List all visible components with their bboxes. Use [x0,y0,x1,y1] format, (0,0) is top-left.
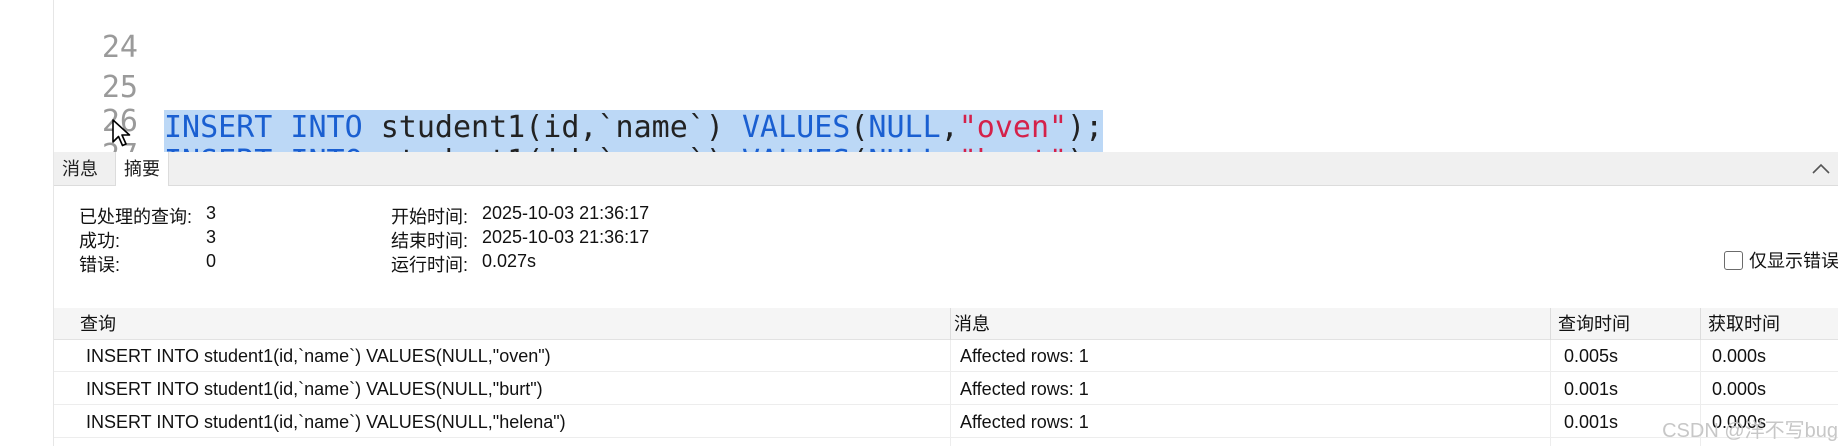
start-time-value: 2025-10-03 21:36:17 [482,203,650,223]
summary-section: 已处理的查询: 3 成功: 3 错误: 0 开始时间: 2025-10-03 2… [54,186,1838,310]
column-header-query-time[interactable]: 查询时间 [1550,308,1630,340]
tab-summary[interactable]: 摘要 [115,152,169,187]
editor-line-27[interactable]: 27 INSERT INTO student1(id,`name`) VALUE… [54,96,1838,152]
table-row[interactable]: INSERT INTO student1(id,`name`) VALUES(N… [54,406,1838,438]
column-header-query[interactable]: 查询 [54,308,116,340]
result-tab-bar: 消息 摘要 [54,152,1838,187]
end-time-label: 结束时间: [391,231,469,251]
window-left-strip [0,0,54,446]
processed-queries-label: 已处理的查询: [79,207,193,227]
run-time-value: 0.027s [482,251,537,271]
cell-message: Affected rows: 1 [960,379,1089,399]
cell-query-time: 0.001s [1564,379,1619,399]
success-value: 3 [206,227,217,247]
sql-string: "burt" [959,144,1067,152]
table-header: 查询 消息 查询时间 获取时间 [54,308,1838,340]
sql-keyword: NULL [868,144,940,152]
error-label: 错误: [79,255,121,275]
errors-only-label: 仅显示错误 [1749,251,1838,271]
column-header-fetch-time[interactable]: 获取时间 [1700,308,1780,340]
column-header-message[interactable]: 消息 [950,308,990,340]
sql-text: ); [1067,144,1103,152]
code-selection: INSERT INTO student1(id,`name`) VALUES(N… [164,144,1104,152]
sql-editor[interactable]: 24 25 INSERT INTO student1(id,`name`) VA… [54,0,1838,152]
chevron-up-icon[interactable] [1810,159,1832,179]
run-time-label: 运行时间: [391,255,469,275]
mouse-pointer-icon [112,119,131,147]
sql-text: student1(id,`name`) [363,144,742,152]
sql-text: ( [850,144,868,152]
success-label: 成功: [79,231,121,251]
cell-query: INSERT INTO student1(id,`name`) VALUES(N… [86,346,551,366]
start-time-label: 开始时间: [391,207,469,227]
errors-only-checkbox[interactable]: 仅显示错误 [1724,249,1838,271]
end-time-value: 2025-10-03 21:36:17 [482,227,650,247]
csdn-watermark: CSDN @洋不写bug [1662,420,1838,442]
cell-query: INSERT INTO student1(id,`name`) VALUES(N… [86,412,566,432]
cell-fetch-time: 0.000s [1712,346,1767,366]
table-row[interactable]: INSERT INTO student1(id,`name`) VALUES(N… [54,373,1838,405]
tab-messages[interactable]: 消息 [54,152,106,186]
sql-keyword: VALUES [742,144,850,152]
table-row[interactable]: INSERT INTO student1(id,`name`) VALUES(N… [54,340,1838,372]
processed-queries-value: 3 [206,203,217,223]
cell-message: Affected rows: 1 [960,346,1089,366]
error-value: 0 [206,251,217,271]
checkbox-box[interactable] [1724,250,1743,270]
cell-message: Affected rows: 1 [960,412,1089,432]
cell-query-time: 0.005s [1564,346,1619,366]
sql-text: , [941,144,959,152]
sql-keyword: INSERT INTO [164,144,363,152]
cell-fetch-time: 0.000s [1712,379,1767,399]
code-line[interactable]: INSERT INTO student1(id,`name`) VALUES(N… [164,142,1104,152]
editor-line-24: 24 [54,0,1838,65]
query-results-table: 查询 消息 查询时间 获取时间 INSERT INTO student1(id,… [54,308,1838,446]
cell-query: INSERT INTO student1(id,`name`) VALUES(N… [86,379,543,399]
result-panel: 消息 摘要 已处理的查询: 3 成功: 3 错误: 0 开始时间: 2025-1… [54,152,1838,446]
cell-query-time: 0.001s [1564,412,1619,432]
